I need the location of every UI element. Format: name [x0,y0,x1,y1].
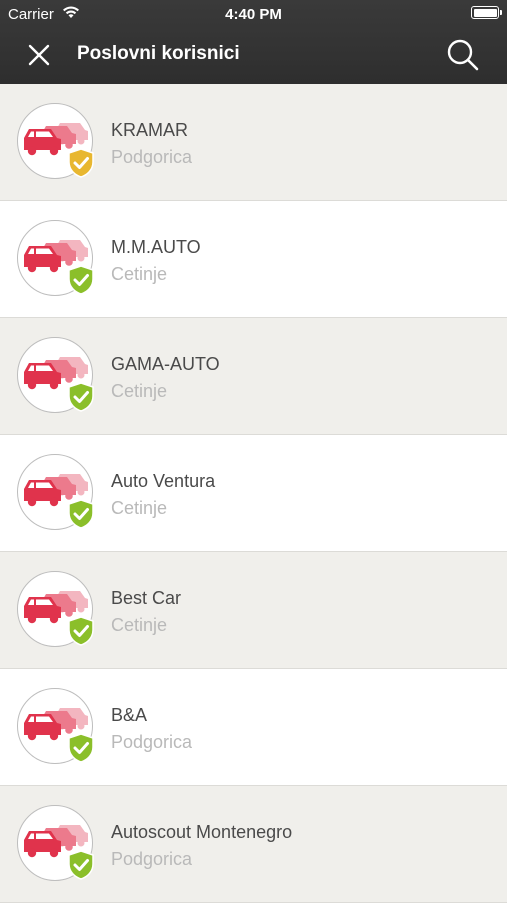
list-item[interactable]: B&A Podgorica [0,669,507,786]
business-name: GAMA-AUTO [111,354,220,374]
status-bar: Carrier 4:40 PM [0,0,507,28]
business-name: Autoscout Montenegro [111,822,293,842]
business-name: Auto Ventura [111,471,216,491]
verified-shield-icon [68,499,94,529]
verified-shield-icon [68,616,94,646]
avatar [17,454,94,530]
business-name: B&A [111,705,148,725]
business-city: Cetinje [111,498,168,518]
search-icon [447,39,479,71]
verified-shield-icon [68,733,94,763]
verified-shield-icon [68,850,94,880]
status-time: 4:40 PM [225,6,282,23]
search-button[interactable] [444,36,482,74]
app-header: Carrier 4:40 PM Poslovni korisnici [0,0,507,84]
list-item[interactable]: GAMA-AUTO Cetinje [0,318,507,435]
list-item[interactable]: Auto Ventura Cetinje [0,435,507,552]
verified-shield-icon [68,148,94,178]
business-name: KRAMAR [111,120,189,140]
verified-shield-icon [68,265,94,295]
avatar [17,805,94,881]
avatar [17,688,94,764]
battery-icon [471,6,502,19]
list-item[interactable]: Best Car Cetinje [0,552,507,669]
business-city: Cetinje [111,264,168,284]
list-item[interactable]: KRAMAR Podgorica [0,84,507,201]
avatar [17,103,94,179]
close-icon [28,44,50,66]
business-name: Best Car [111,588,182,608]
list-item[interactable]: M.M.AUTO Cetinje [0,201,507,318]
business-name: M.M.AUTO [111,237,201,257]
business-city: Cetinje [111,381,168,401]
business-city: Cetinje [111,615,168,635]
list-item[interactable]: Autoscout Montenegro Podgorica [0,786,507,903]
close-button[interactable] [22,38,56,72]
business-users-list: KRAMAR Podgorica M.M.AUTO Cetinje GAMA-A… [0,84,507,903]
business-city: Podgorica [111,147,193,167]
business-city: Podgorica [111,849,193,869]
verified-shield-icon [68,382,94,412]
page-title: Poslovni korisnici [77,43,240,64]
avatar [17,220,94,296]
business-city: Podgorica [111,732,193,752]
avatar [17,337,94,413]
avatar [17,571,94,647]
